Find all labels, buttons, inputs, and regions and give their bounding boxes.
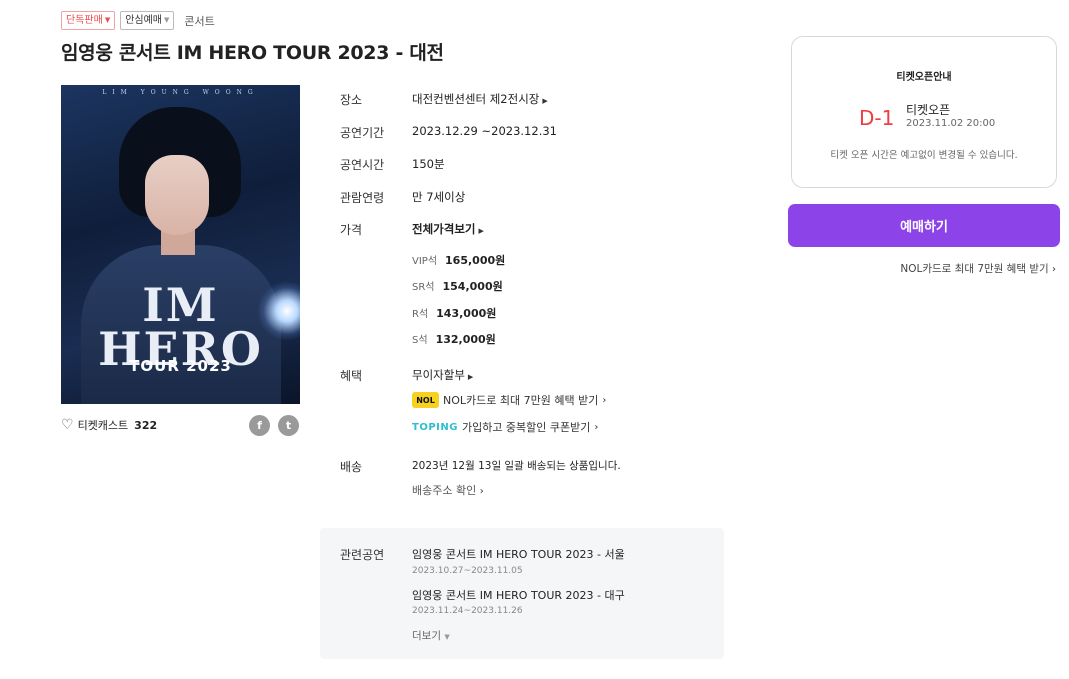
dday-badge: D-1: [859, 106, 895, 130]
facebook-share-icon[interactable]: f: [249, 415, 270, 436]
nol-card-benefit-text: NOL카드로 최대 7만원 혜택 받기: [443, 394, 599, 407]
age-label: 관람연령: [340, 191, 385, 205]
delivery-address-link[interactable]: 배송주소 확인 ›: [412, 482, 484, 498]
toping-benefit-text: 가입하고 중복할인 쿠폰받기: [461, 421, 591, 434]
chevron-right-icon: ›: [479, 486, 484, 497]
period-label: 공연기간: [340, 126, 385, 140]
price-all-link[interactable]: 전체가격보기 ▶: [412, 221, 484, 237]
price-grade: R석: [412, 309, 429, 320]
price-grade: S석: [412, 335, 428, 346]
runtime-value: 150분: [412, 157, 445, 171]
venue-value: 대전컨벤션센터 제2전시장: [412, 92, 540, 106]
ticket-open-box: 티켓오픈안내 D-1 티켓오픈 2023.11.02 20:00 티켓 오픈 시…: [791, 36, 1057, 188]
ticketcast-count: 322: [134, 418, 158, 432]
ticketcast-label: 티켓캐스트: [77, 419, 129, 432]
ticket-open-title: 티켓오픈안내: [896, 72, 952, 83]
heart-icon[interactable]: ♡: [61, 417, 74, 433]
chevron-right-icon: ›: [594, 421, 599, 433]
period-value: 2023.12.29 ~2023.12.31: [412, 124, 557, 138]
caret-down-icon: ▼: [444, 633, 450, 641]
venue-label: 장소: [340, 93, 363, 107]
book-button[interactable]: 예매하기: [788, 204, 1060, 247]
poster-artist-name: LIM YOUNG WOONG: [102, 89, 259, 96]
nol-card-benefit-link[interactable]: NOL NOL카드로 최대 7만원 혜택 받기 ›: [412, 392, 606, 408]
caret-down-icon: ▼: [164, 16, 170, 24]
price-row: S석 132,000원: [412, 331, 496, 347]
nol-logo-icon: NOL: [412, 392, 439, 408]
interest-free-label: 무이자할부: [412, 368, 465, 382]
runtime-label: 공연시간: [340, 158, 385, 172]
category-label: 콘서트: [184, 14, 215, 28]
chevron-right-icon: ›: [1052, 264, 1056, 275]
price-amount: 143,000원: [436, 307, 497, 320]
arrow-right-icon: ▶: [467, 373, 474, 381]
safe-booking-label: 안심예매: [125, 15, 163, 26]
safe-booking-tag[interactable]: 안심예매 ▼: [120, 11, 175, 30]
price-row: VIP석 165,000원: [412, 252, 505, 268]
delivery-label: 배송: [340, 460, 363, 474]
toping-logo-icon: TOPING: [412, 421, 458, 433]
related-item-date: 2023.10.27~2023.11.05: [412, 566, 523, 576]
nol-card-benefit-side-link[interactable]: NOL카드로 최대 7만원 혜택 받기 ›: [900, 261, 1056, 276]
ticket-open-note: 티켓 오픈 시간은 예고없이 변경될 수 있습니다.: [830, 150, 1018, 161]
delivery-address-label: 배송주소 확인: [412, 484, 477, 497]
twitter-share-icon[interactable]: t: [278, 415, 299, 436]
arrow-right-icon: ▶: [478, 227, 484, 235]
chevron-right-icon: ›: [602, 394, 607, 406]
price-amount: 132,000원: [435, 333, 496, 346]
toping-benefit-link[interactable]: TOPING 가입하고 중복할인 쿠폰받기 ›: [412, 419, 598, 435]
venue-link[interactable]: 대전컨벤션센터 제2전시장 ▶: [412, 91, 548, 107]
related-item-title[interactable]: 임영웅 콘서트 IM HERO TOUR 2023 - 서울: [412, 546, 625, 562]
more-button[interactable]: 더보기 ▼: [412, 628, 450, 643]
caret-down-icon: ▼: [104, 16, 111, 24]
nol-card-benefit-side-text: NOL카드로 최대 7만원 혜택 받기: [900, 263, 1049, 275]
price-grade: SR석: [412, 282, 435, 293]
price-amount: 154,000원: [442, 280, 503, 293]
poster-figure-face: [145, 155, 209, 235]
price-all-label: 전체가격보기: [412, 222, 476, 236]
arrow-right-icon: ▶: [542, 97, 548, 105]
benefit-label: 혜택: [340, 369, 363, 383]
interest-free-link[interactable]: 무이자할부 ▶: [412, 367, 473, 383]
poster-logo-line1: IM: [142, 278, 219, 332]
related-item-title[interactable]: 임영웅 콘서트 IM HERO TOUR 2023 - 대구: [412, 587, 625, 603]
price-grade: VIP석: [412, 256, 438, 267]
ticket-open-label: 티켓오픈: [906, 103, 951, 117]
age-value: 만 7세이상: [412, 190, 466, 204]
related-label: 관련공연: [340, 548, 385, 562]
related-performances: 관련공연 임영웅 콘서트 IM HERO TOUR 2023 - 서울 2023…: [320, 528, 724, 659]
ticket-open-date: 2023.11.02 20:00: [906, 118, 996, 129]
tag-row: 단독판매 ▼ 안심예매 ▼ 콘서트: [61, 11, 215, 30]
price-row: R석 143,000원: [412, 305, 496, 321]
related-item-date: 2023.11.24~2023.11.26: [412, 606, 523, 616]
poster-image: LIM YOUNG WOONG IM HERO TOUR 2023: [61, 85, 300, 404]
price-amount: 165,000원: [445, 254, 506, 267]
delivery-text: 2023년 12월 13일 일괄 배송되는 상품입니다.: [412, 460, 621, 472]
exclusive-sale-label: 단독판매: [66, 15, 103, 26]
ticketcast-like[interactable]: ♡ 티켓캐스트 322: [61, 417, 157, 433]
page-title: 임영웅 콘서트 IM HERO TOUR 2023 - 대전: [61, 42, 444, 64]
poster-tour-text: TOUR 2023: [129, 357, 232, 375]
exclusive-sale-tag[interactable]: 단독판매 ▼: [61, 11, 116, 30]
price-label: 가격: [340, 223, 363, 237]
more-label: 더보기: [412, 630, 441, 642]
price-row: SR석 154,000원: [412, 278, 503, 294]
